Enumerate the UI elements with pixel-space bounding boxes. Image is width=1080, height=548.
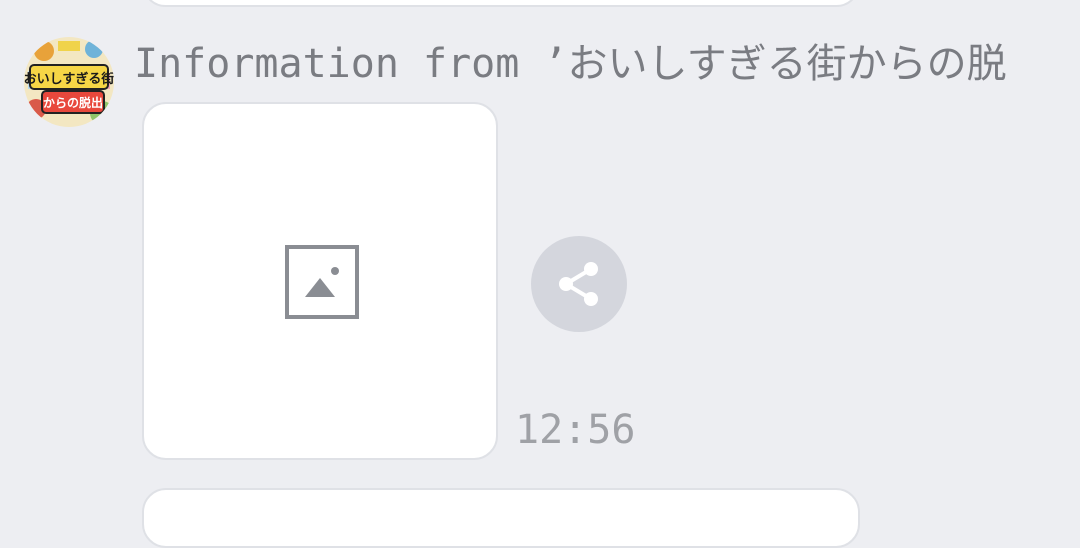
sender-avatar[interactable]: おいしすぎる街 からの脱出 xyxy=(24,37,114,127)
avatar-logo-top: おいしすぎる街 xyxy=(24,71,114,87)
message-timestamp: 12:56 xyxy=(515,407,636,453)
share-button[interactable] xyxy=(531,236,627,332)
share-icon xyxy=(559,262,598,306)
avatar-image: おいしすぎる街 からの脱出 xyxy=(24,37,114,127)
sender-name: Information from ’おいしすぎる街からの脱 xyxy=(134,41,1007,87)
avatar-logo-bottom: からの脱出 xyxy=(43,95,103,110)
next-message-bubble[interactable] xyxy=(142,488,860,548)
previous-message-bubble[interactable] xyxy=(142,0,860,7)
image-placeholder-icon xyxy=(285,245,359,319)
image-message-bubble[interactable] xyxy=(142,102,498,460)
